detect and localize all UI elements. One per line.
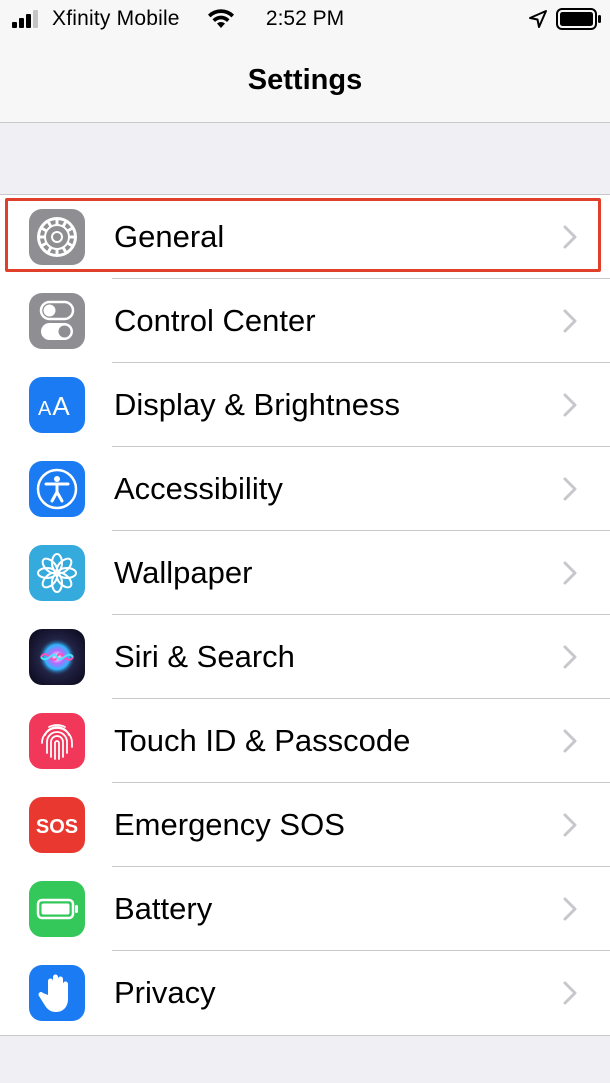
hand-icon [29, 965, 85, 1021]
settings-item-label: Touch ID & Passcode [114, 723, 411, 758]
status-time: 2:52 PM [265, 7, 345, 30]
chevron-right-icon [563, 561, 577, 585]
settings-item-label: Emergency SOS [114, 807, 345, 842]
chevron-right-icon [563, 645, 577, 669]
settings-list: General Control Center AA Display & Brig… [0, 194, 610, 1036]
text-size-icon: AA [29, 377, 85, 433]
gear-icon [29, 209, 85, 265]
chevron-right-icon [563, 393, 577, 417]
nav-bar: Settings [0, 40, 610, 123]
settings-item-wallpaper[interactable]: Wallpaper [0, 531, 610, 615]
settings-item-general[interactable]: General [0, 195, 610, 279]
chevron-right-icon [563, 813, 577, 837]
siri-icon [29, 629, 85, 685]
settings-item-control-center[interactable]: Control Center [0, 279, 610, 363]
settings-item-label: Siri & Search [114, 639, 295, 674]
chevron-right-icon [563, 729, 577, 753]
chevron-right-icon [563, 225, 577, 249]
settings-item-label: Display & Brightness [114, 387, 401, 422]
settings-item-battery[interactable]: Battery [0, 867, 610, 951]
settings-item-emergency-sos[interactable]: SOS Emergency SOS [0, 783, 610, 867]
battery-icon [29, 881, 85, 937]
flower-icon [29, 545, 85, 601]
sos-icon: SOS [29, 797, 85, 853]
settings-item-label: Wallpaper [114, 555, 253, 590]
chevron-right-icon [563, 981, 577, 1005]
settings-item-siri-search[interactable]: Siri & Search [0, 615, 610, 699]
settings-item-label: Accessibility [114, 471, 283, 506]
settings-item-label: General [114, 219, 225, 254]
settings-item-display-brightness[interactable]: AA Display & Brightness [0, 363, 610, 447]
settings-item-touch-id-passcode[interactable]: Touch ID & Passcode [0, 699, 610, 783]
fingerprint-icon [29, 713, 85, 769]
settings-item-label: Control Center [114, 303, 316, 338]
status-bar: Xfinity Mobile 2:52 PM [0, 0, 610, 40]
toggles-icon [29, 293, 85, 349]
chevron-right-icon [563, 309, 577, 333]
page-title: Settings [247, 64, 363, 96]
location-arrow-icon [529, 10, 547, 28]
chevron-right-icon [563, 897, 577, 921]
sos-glyph: SOS [36, 816, 78, 838]
battery-icon [556, 8, 601, 30]
settings-item-privacy[interactable]: Privacy [0, 951, 610, 1035]
settings-item-label: Battery [114, 891, 213, 926]
accessibility-icon [29, 461, 85, 517]
chevron-right-icon [563, 477, 577, 501]
settings-item-label: Privacy [114, 975, 216, 1010]
settings-item-accessibility[interactable]: Accessibility [0, 447, 610, 531]
